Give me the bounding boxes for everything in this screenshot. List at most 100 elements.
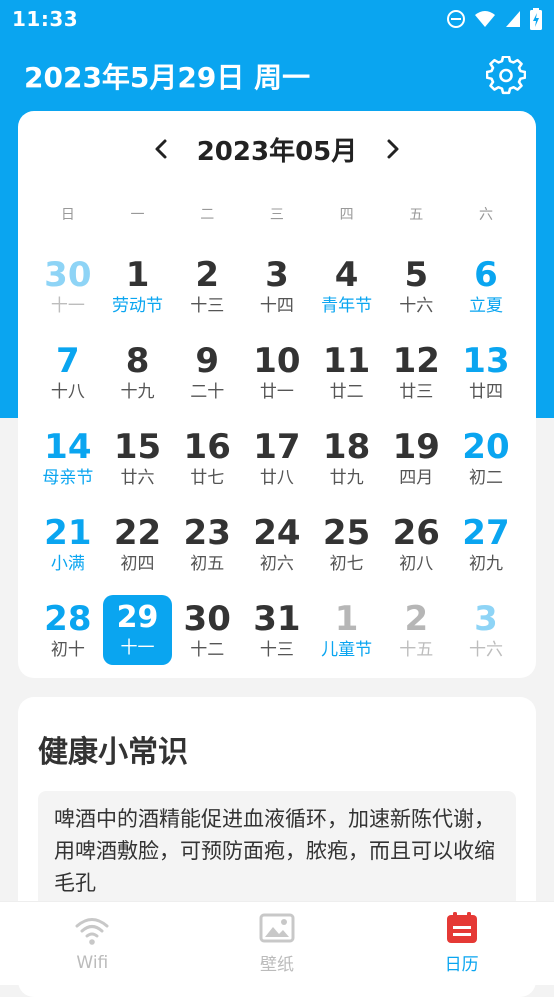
weekday-label: 三 bbox=[269, 207, 284, 223]
lunar-date: 廿一 bbox=[259, 382, 294, 402]
day-number: 27 bbox=[462, 513, 510, 553]
lunar-date: 十八 bbox=[50, 382, 85, 402]
chevron-right-icon bbox=[387, 139, 399, 159]
lunar-date: 初十 bbox=[50, 640, 85, 660]
day-number: 19 bbox=[392, 427, 440, 467]
calendar-day[interactable]: 26 初八 bbox=[381, 509, 451, 579]
calendar-day[interactable]: 12 廿三 bbox=[381, 337, 451, 407]
tab-calendar[interactable]: 日历 bbox=[369, 902, 554, 985]
calendar-week-row: 7 十八 8 十九 9 二十 10 廿一 11 廿二 12 廿三 13 廿四 bbox=[33, 337, 521, 423]
battery-icon bbox=[530, 8, 542, 30]
month-label: 2023年05月 bbox=[196, 136, 358, 167]
lunar-date: 初六 bbox=[259, 554, 294, 574]
lunar-date: 十二 bbox=[190, 640, 225, 660]
calendar-day[interactable]: 14 母亲节 bbox=[33, 423, 103, 493]
day-number: 10 bbox=[253, 341, 301, 381]
calendar-day[interactable]: 4 青年节 bbox=[312, 251, 382, 321]
day-number: 6 bbox=[474, 255, 498, 295]
lunar-date: 青年节 bbox=[321, 296, 373, 316]
calendar-day[interactable]: 19 四月 bbox=[381, 423, 451, 493]
calendar-day[interactable]: 5 十六 bbox=[381, 251, 451, 321]
tab-wifi[interactable]: Wifi bbox=[0, 902, 185, 985]
calendar-icon bbox=[446, 912, 477, 943]
settings-gear-icon[interactable] bbox=[486, 56, 526, 96]
lunar-date: 廿六 bbox=[120, 468, 155, 488]
lunar-date: 初五 bbox=[190, 554, 225, 574]
day-number: 28 bbox=[44, 599, 92, 639]
calendar-day[interactable]: 8 十九 bbox=[103, 337, 173, 407]
lunar-date: 十六 bbox=[399, 296, 434, 316]
lunar-date: 小满 bbox=[50, 554, 85, 574]
lunar-date: 四月 bbox=[399, 468, 434, 488]
weekday-label: 日 bbox=[60, 207, 75, 223]
status-time: 11:33 bbox=[12, 7, 79, 31]
calendar-day[interactable]: 20 初二 bbox=[451, 423, 521, 493]
cell-signal-icon bbox=[506, 11, 520, 27]
next-month-button[interactable] bbox=[373, 129, 413, 169]
calendar-day[interactable]: 25 初七 bbox=[312, 509, 382, 579]
calendar-day[interactable]: 1 儿童节 bbox=[312, 595, 382, 665]
tab-wallpaper[interactable]: 壁纸 bbox=[185, 902, 370, 985]
calendar-day[interactable]: 22 初四 bbox=[103, 509, 173, 579]
day-number: 20 bbox=[462, 427, 510, 467]
calendar-day[interactable]: 23 初五 bbox=[172, 509, 242, 579]
calendar-day[interactable]: 6 立夏 bbox=[451, 251, 521, 321]
image-icon bbox=[259, 913, 295, 943]
calendar-day[interactable]: 3 十四 bbox=[242, 251, 312, 321]
lunar-date: 初八 bbox=[399, 554, 434, 574]
tips-title: 健康小常识 bbox=[38, 735, 188, 770]
calendar-day[interactable]: 21 小满 bbox=[33, 509, 103, 579]
calendar-day[interactable]: 28 初十 bbox=[33, 595, 103, 665]
calendar-day[interactable]: 3 十六 bbox=[451, 595, 521, 665]
calendar-day[interactable]: 10 廿一 bbox=[242, 337, 312, 407]
day-number: 1 bbox=[334, 599, 359, 639]
day-number: 30 bbox=[44, 255, 92, 295]
calendar-day[interactable]: 27 初九 bbox=[451, 509, 521, 579]
calendar-day[interactable]: 1 劳动节 bbox=[103, 251, 173, 321]
calendar-day[interactable]: 17 廿八 bbox=[242, 423, 312, 493]
lunar-date: 初四 bbox=[120, 554, 155, 574]
page-title: 2023年5月29日 周一 bbox=[24, 61, 311, 94]
lunar-date: 廿八 bbox=[259, 468, 294, 488]
day-number: 26 bbox=[392, 513, 440, 553]
wifi-signal-icon bbox=[475, 11, 495, 27]
day-number: 14 bbox=[44, 427, 92, 467]
calendar-grid: 30 十一 1 劳动节 2 十三 3 十四 4 青年节 5 十六 6 立夏 7 十八 8 十九 9 二十 10 廿一 11 廿… bbox=[33, 251, 521, 681]
month-navigation: 2023年05月 bbox=[18, 129, 536, 169]
weekday-label: 六 bbox=[478, 207, 493, 223]
day-number: 25 bbox=[322, 513, 371, 553]
calendar-day[interactable]: 13 廿四 bbox=[451, 337, 521, 407]
day-number: 11 bbox=[322, 341, 371, 381]
calendar-day[interactable]: 30 十一 bbox=[33, 251, 103, 321]
calendar-day[interactable]: 15 廿六 bbox=[103, 423, 173, 493]
day-number: 29 bbox=[116, 600, 159, 635]
calendar-day[interactable]: 16 廿七 bbox=[172, 423, 242, 493]
calendar-day[interactable]: 2 十五 bbox=[381, 595, 451, 665]
day-number: 1 bbox=[125, 255, 150, 295]
lunar-date: 儿童节 bbox=[321, 640, 373, 660]
prev-month-button[interactable] bbox=[141, 129, 181, 169]
calendar-day[interactable]: 7 十八 bbox=[33, 337, 103, 407]
lunar-date: 十五 bbox=[399, 640, 434, 660]
status-bar: 11:33 bbox=[0, 0, 554, 38]
day-number: 5 bbox=[404, 255, 429, 295]
calendar-day[interactable]: 2 十三 bbox=[172, 251, 242, 321]
app-header: 2023年5月29日 周一 bbox=[0, 52, 554, 100]
weekday-label: 五 bbox=[409, 207, 424, 223]
day-number: 23 bbox=[183, 513, 231, 553]
calendar-day[interactable]: 9 二十 bbox=[172, 337, 242, 407]
day-number: 17 bbox=[253, 427, 301, 467]
lunar-date: 廿四 bbox=[468, 382, 503, 402]
day-number: 22 bbox=[113, 513, 162, 553]
calendar-day[interactable]: 18 廿九 bbox=[312, 423, 382, 493]
lunar-date: 十一 bbox=[120, 638, 155, 658]
calendar-day[interactable]: 24 初六 bbox=[242, 509, 312, 579]
chevron-left-icon bbox=[155, 139, 167, 159]
lunar-date: 二十 bbox=[190, 382, 225, 402]
calendar-day-selected[interactable]: 29 十一 bbox=[102, 595, 173, 665]
calendar-day[interactable]: 11 廿二 bbox=[312, 337, 382, 407]
day-number: 15 bbox=[113, 427, 162, 467]
calendar-day[interactable]: 30 十二 bbox=[172, 595, 242, 665]
calendar-day[interactable]: 31 十三 bbox=[242, 595, 312, 665]
tab-calendar-label: 日历 bbox=[444, 955, 479, 975]
